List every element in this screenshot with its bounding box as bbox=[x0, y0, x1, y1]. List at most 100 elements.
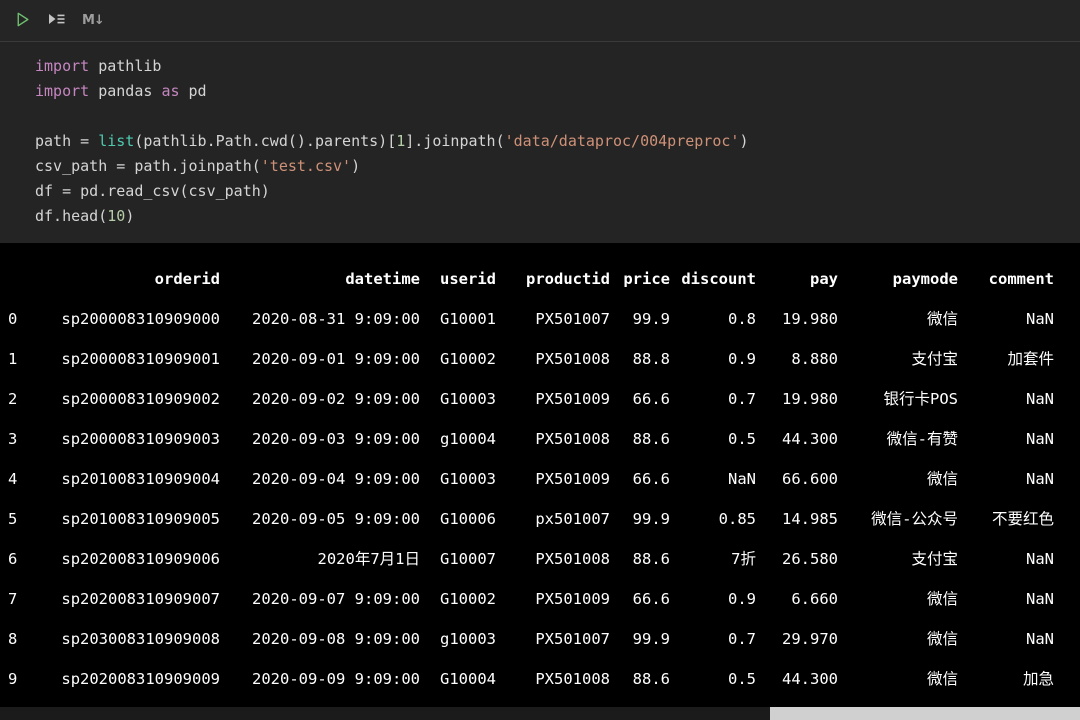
table-cell: 微信 bbox=[838, 299, 958, 339]
code-line: csv_path = path.joinpath('test.csv') bbox=[35, 154, 1080, 179]
run-below-button[interactable] bbox=[41, 7, 72, 34]
table-cell: 银行卡POS bbox=[838, 379, 958, 419]
table-row: 9sp2020083109090092020-09-09 9:09:00G100… bbox=[8, 659, 1054, 699]
table-row: 6sp2020083109090062020年7月1日G10007PX50100… bbox=[8, 539, 1054, 579]
code-line bbox=[35, 104, 1080, 129]
run-below-icon bbox=[47, 11, 66, 30]
table-cell: 88.6 bbox=[610, 659, 670, 699]
table-cell: 66.6 bbox=[610, 379, 670, 419]
table-cell: 88.6 bbox=[610, 539, 670, 579]
table-cell: PX501009 bbox=[496, 459, 610, 499]
table-cell: 7折 bbox=[670, 539, 756, 579]
table-cell: sp202008310909007 bbox=[38, 579, 220, 619]
dataframe-table: orderiddatetimeuseridproductidpricedisco… bbox=[8, 259, 1054, 699]
table-cell: 29.970 bbox=[756, 619, 838, 659]
table-row: 8sp2030083109090082020-09-08 9:09:00g100… bbox=[8, 619, 1054, 659]
table-cell: 微信-有赞 bbox=[838, 419, 958, 459]
table-cell: 44.300 bbox=[756, 659, 838, 699]
table-cell: NaN bbox=[958, 299, 1054, 339]
code-editor[interactable]: import pathlibimport pandas as pd path =… bbox=[0, 42, 1080, 243]
table-cell: G10002 bbox=[420, 339, 496, 379]
table-cell: NaN bbox=[958, 459, 1054, 499]
row-index: 8 bbox=[8, 619, 38, 659]
notebook-window: M↓ import pathlibimport pandas as pd pat… bbox=[0, 0, 1080, 699]
table-cell: 66.6 bbox=[610, 459, 670, 499]
table-row: 7sp2020083109090072020-09-07 9:09:00G100… bbox=[8, 579, 1054, 619]
table-cell: sp200008310909003 bbox=[38, 419, 220, 459]
code-line: df = pd.read_csv(csv_path) bbox=[35, 179, 1080, 204]
table-cell: G10003 bbox=[420, 379, 496, 419]
column-header: orderid bbox=[38, 259, 220, 299]
run-cell-button[interactable] bbox=[8, 7, 37, 35]
table-cell: G10007 bbox=[420, 539, 496, 579]
table-cell: 88.6 bbox=[610, 419, 670, 459]
table-cell: sp200008310909001 bbox=[38, 339, 220, 379]
table-cell: 2020-08-31 9:09:00 bbox=[220, 299, 420, 339]
table-cell: 88.8 bbox=[610, 339, 670, 379]
table-cell: PX501009 bbox=[496, 579, 610, 619]
table-cell: 2020-09-04 9:09:00 bbox=[220, 459, 420, 499]
table-cell: 2020-09-02 9:09:00 bbox=[220, 379, 420, 419]
table-cell: 0.5 bbox=[670, 419, 756, 459]
table-cell: 微信-公众号 bbox=[838, 499, 958, 539]
table-cell: PX501007 bbox=[496, 619, 610, 659]
column-header: pay bbox=[756, 259, 838, 299]
table-cell: 0.7 bbox=[670, 379, 756, 419]
table-row: 0sp2000083109090002020-08-31 9:09:00G100… bbox=[8, 299, 1054, 339]
table-cell: 99.9 bbox=[610, 619, 670, 659]
table-row: 4sp2010083109090042020-09-04 9:09:00G100… bbox=[8, 459, 1054, 499]
table-cell: 支付宝 bbox=[838, 339, 958, 379]
table-cell: g10004 bbox=[420, 419, 496, 459]
table-cell: NaN bbox=[958, 379, 1054, 419]
table-cell: 0.5 bbox=[670, 659, 756, 699]
table-cell: sp202008310909006 bbox=[38, 539, 220, 579]
table-cell: NaN bbox=[958, 419, 1054, 459]
table-cell: 66.6 bbox=[610, 579, 670, 619]
table-cell: sp201008310909004 bbox=[38, 459, 220, 499]
table-cell: 微信 bbox=[838, 619, 958, 659]
table-cell: 微信 bbox=[838, 659, 958, 699]
column-header: comment bbox=[958, 259, 1054, 299]
column-header: price bbox=[610, 259, 670, 299]
table-cell: 14.985 bbox=[756, 499, 838, 539]
table-cell: 44.300 bbox=[756, 419, 838, 459]
row-index: 5 bbox=[8, 499, 38, 539]
table-cell: NaN bbox=[670, 459, 756, 499]
table-cell: g10003 bbox=[420, 619, 496, 659]
column-header: paymode bbox=[838, 259, 958, 299]
table-cell: G10004 bbox=[420, 659, 496, 699]
row-index: 2 bbox=[8, 379, 38, 419]
row-index: 7 bbox=[8, 579, 38, 619]
table-cell: G10001 bbox=[420, 299, 496, 339]
table-cell: NaN bbox=[958, 579, 1054, 619]
table-cell: 加急 bbox=[958, 659, 1054, 699]
table-cell: G10006 bbox=[420, 499, 496, 539]
code-line: df.head(10) bbox=[35, 204, 1080, 229]
table-cell: 支付宝 bbox=[838, 539, 958, 579]
table-cell: PX501008 bbox=[496, 419, 610, 459]
column-header: userid bbox=[420, 259, 496, 299]
row-index: 9 bbox=[8, 659, 38, 699]
table-cell: 0.7 bbox=[670, 619, 756, 659]
code-line: import pathlib bbox=[35, 54, 1080, 79]
column-header: datetime bbox=[220, 259, 420, 299]
table-cell: G10003 bbox=[420, 459, 496, 499]
horizontal-scrollbar[interactable] bbox=[0, 707, 1080, 720]
table-cell: PX501008 bbox=[496, 339, 610, 379]
table-cell: PX501007 bbox=[496, 299, 610, 339]
table-cell: 0.85 bbox=[670, 499, 756, 539]
markdown-cell-icon: M↓ bbox=[82, 13, 104, 28]
horizontal-scrollbar-thumb[interactable] bbox=[770, 707, 1080, 720]
table-cell: 6.660 bbox=[756, 579, 838, 619]
markdown-cell-button[interactable]: M↓ bbox=[76, 9, 110, 32]
table-cell: 99.9 bbox=[610, 299, 670, 339]
table-cell: 2020-09-03 9:09:00 bbox=[220, 419, 420, 459]
table-cell: 2020-09-09 9:09:00 bbox=[220, 659, 420, 699]
table-cell: 26.580 bbox=[756, 539, 838, 579]
table-row: 2sp2000083109090022020-09-02 9:09:00G100… bbox=[8, 379, 1054, 419]
run-cell-icon bbox=[14, 11, 31, 31]
code-line: path = list(pathlib.Path.cwd().parents)[… bbox=[35, 129, 1080, 154]
table-cell: 8.880 bbox=[756, 339, 838, 379]
table-cell: 0.9 bbox=[670, 579, 756, 619]
table-cell: PX501008 bbox=[496, 659, 610, 699]
